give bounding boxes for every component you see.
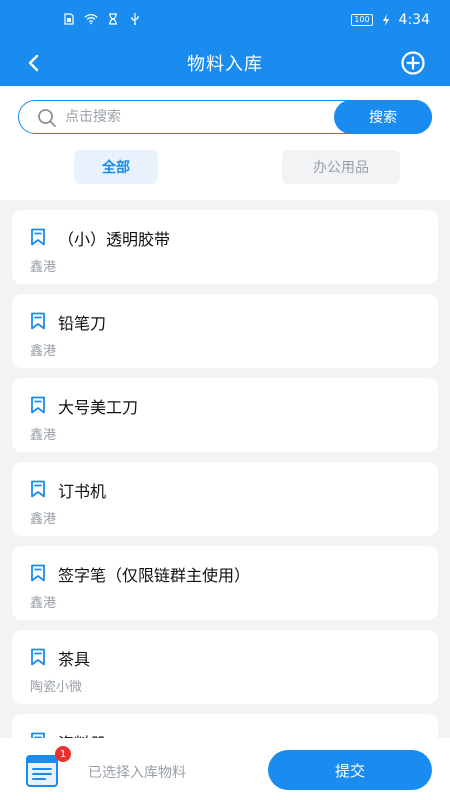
hourglass-icon	[106, 12, 120, 26]
list-item[interactable]: 订书机 鑫港	[12, 462, 438, 536]
tab-office-supplies[interactable]: 办公用品	[282, 150, 400, 184]
material-list: （小）透明胶带 鑫港 铅笔刀 鑫港 大号美工刀 鑫港 订书机 鑫港 签字笔（仅限…	[0, 200, 450, 738]
bookmark-icon	[31, 312, 45, 330]
page-title: 物料入库	[187, 54, 263, 75]
status-bar: 100 4:34	[0, 0, 450, 40]
search-button[interactable]: 搜索	[334, 100, 432, 134]
item-brand: 鑫港	[30, 344, 57, 359]
search-section: 搜索 全部 办公用品	[0, 86, 450, 200]
item-name: 铅笔刀	[58, 314, 107, 333]
item-brand: 鑫港	[30, 428, 57, 443]
item-brand: 陶瓷小微	[30, 680, 83, 695]
charging-icon	[379, 13, 393, 27]
add-circle-icon	[401, 51, 425, 75]
item-brand: 鑫港	[30, 596, 57, 611]
status-icons-left	[62, 12, 142, 26]
bookmark-icon	[31, 228, 45, 246]
bookmark-icon	[31, 648, 45, 666]
item-brand: 鑫港	[30, 512, 57, 527]
bottom-action-bar: 1 已选择入库物料 提交	[0, 738, 450, 800]
bookmark-icon	[31, 396, 45, 414]
selected-count-badge: 1	[55, 746, 71, 762]
item-brand: 鑫港	[30, 260, 57, 275]
item-name: 订书机	[58, 482, 107, 501]
sim-card-icon	[62, 12, 76, 26]
list-item[interactable]: 茶具 陶瓷小微	[12, 630, 438, 704]
status-time: 4:34	[398, 12, 430, 28]
submit-button[interactable]: 提交	[268, 750, 432, 790]
app-header: 100 4:34 物料入库	[0, 0, 450, 86]
list-item[interactable]: 铅笔刀 鑫港	[12, 294, 438, 368]
search-bar: 搜索	[18, 100, 432, 134]
item-name: （小）透明胶带	[58, 230, 171, 249]
list-item[interactable]: 签字笔（仅限链群主使用） 鑫港	[12, 546, 438, 620]
tab-all[interactable]: 全部	[74, 150, 158, 184]
battery-indicator: 100	[351, 14, 373, 26]
search-icon	[37, 108, 57, 128]
item-name: 签字笔（仅限链群主使用）	[58, 566, 251, 585]
wifi-icon	[84, 12, 98, 26]
category-tabs: 全部 办公用品	[0, 150, 450, 186]
status-icons-right: 100 4:34	[351, 12, 430, 28]
item-name: 茶具	[58, 650, 91, 669]
search-input[interactable]	[65, 101, 335, 132]
item-name: 资料册	[58, 730, 106, 738]
nav-bar: 物料入库	[0, 40, 450, 86]
usb-icon	[128, 12, 142, 26]
selected-materials-label: 已选择入库物料	[88, 765, 186, 781]
list-item[interactable]: （小）透明胶带 鑫港	[12, 210, 438, 284]
list-item[interactable]: 资料册	[12, 714, 438, 738]
list-item[interactable]: 大号美工刀 鑫港	[12, 378, 438, 452]
item-name: 大号美工刀	[58, 398, 139, 417]
add-button[interactable]	[398, 48, 428, 78]
bookmark-icon	[31, 480, 45, 498]
bookmark-icon	[31, 564, 45, 582]
